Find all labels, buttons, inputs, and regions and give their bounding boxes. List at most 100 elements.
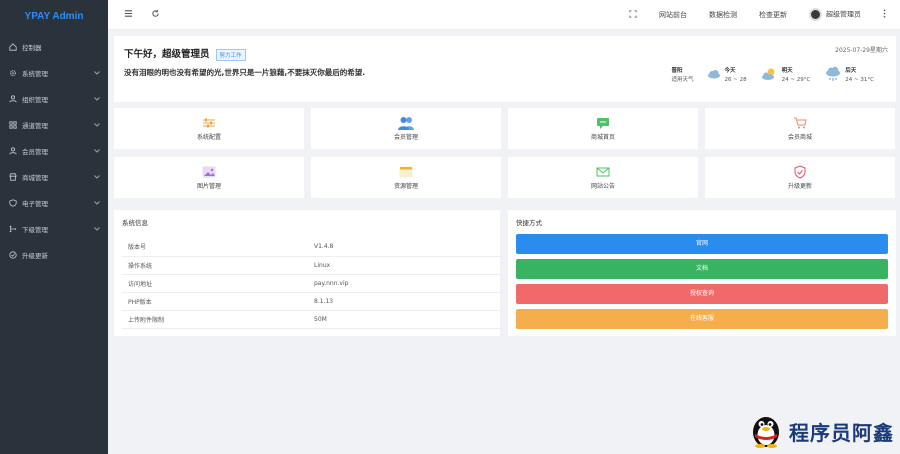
- cart-icon: [792, 116, 808, 130]
- sidebar-item-2[interactable]: 组织管理: [0, 86, 108, 112]
- weather-tomorrow: 明天 24 ~ 29°C: [761, 67, 810, 85]
- menu-toggle-icon[interactable]: [124, 9, 133, 20]
- cloud-icon: [707, 69, 721, 83]
- penguin-icon: [749, 412, 783, 450]
- store-icon: [8, 172, 18, 182]
- more-vertical-icon[interactable]: [883, 9, 886, 20]
- check-circle-icon: [8, 250, 18, 260]
- topbar-link-data[interactable]: 数据检测: [709, 10, 737, 20]
- status-badge: 努力工作: [215, 48, 246, 61]
- brand-text: 程序员阿鑫: [789, 420, 894, 445]
- sidebar-item-4[interactable]: 会员管理: [0, 138, 108, 164]
- tile-0[interactable]: 系统配置: [114, 108, 304, 149]
- topbar-link-update[interactable]: 检查更新: [759, 10, 787, 20]
- tile-3[interactable]: 会员商城: [705, 108, 895, 149]
- weather-widget: 晋阳适用天气 今天 26 ~ 28 明天 24 ~ 29°C 后天 24 ~ 31°C: [671, 66, 874, 86]
- welcome-card: 下午好，超级管理员 努力工作 没有泪眼的明也没有希望的光,世界只是一片狼藉,不要抹…: [114, 36, 896, 102]
- tile-5[interactable]: 资源管理: [311, 157, 501, 198]
- sidebar-item-7[interactable]: 下级管理: [0, 216, 108, 242]
- sidebar-item-label: 商城管理: [22, 174, 48, 182]
- weather-day-label: 明天: [781, 68, 793, 74]
- tile-2[interactable]: 商城首页: [508, 108, 698, 149]
- tile-label: 图片管理: [196, 183, 221, 190]
- table-row: 操作系统 Linux: [122, 256, 502, 275]
- sidebar-item-label: 控制器: [22, 44, 42, 52]
- refresh-icon[interactable]: [151, 9, 160, 20]
- chevron-down-icon: [94, 199, 100, 207]
- table-row: 访问地址 pay.nnn.vip: [122, 274, 502, 293]
- sliders-icon: [201, 116, 217, 130]
- branch-icon: [8, 224, 18, 234]
- panel-title: 快捷方式: [516, 219, 542, 227]
- shield-check-icon: [792, 165, 808, 179]
- grid-icon: [8, 120, 18, 130]
- brand-watermark: 程序员阿鑫: [749, 412, 894, 450]
- weather-city: 晋阳: [671, 68, 683, 74]
- sidebar-item-1[interactable]: 系统管理: [0, 60, 108, 86]
- motto-text: 没有泪眼的明也没有希望的光,世界只是一片狼藉,不要抹灭你最后的希望.: [124, 68, 366, 77]
- gear-icon: [8, 68, 18, 78]
- tile-label: 系统配置: [196, 134, 221, 141]
- row-value: 8.1.13: [308, 292, 502, 311]
- quick-links-card: 快捷方式 官网文档授权查询在线客服: [508, 210, 896, 336]
- row-value: V1.4.8: [308, 238, 502, 257]
- table-row: PHP版本 8.1.13: [122, 292, 502, 311]
- tile-label: 升级更新: [787, 183, 812, 190]
- weather-day-label: 今天: [724, 68, 736, 74]
- chevron-down-icon: [94, 225, 100, 233]
- row-value: 50M: [308, 310, 502, 329]
- sidebar-item-5[interactable]: 商城管理: [0, 164, 108, 190]
- weather-today: 今天 26 ~ 28: [707, 67, 747, 85]
- chevron-down-icon: [94, 173, 100, 181]
- tile-7[interactable]: 升级更新: [705, 157, 895, 198]
- sidebar-item-3[interactable]: 通道管理: [0, 112, 108, 138]
- table-row: 版本号 V1.4.8: [122, 238, 502, 257]
- topbar-link-site[interactable]: 网站前台: [659, 10, 687, 20]
- weather-day-label: 后天: [845, 68, 857, 74]
- chevron-down-icon: [94, 69, 100, 77]
- home-icon: [8, 42, 18, 52]
- greeting: 下午好，超级管理员 努力工作: [124, 46, 246, 61]
- sidebar-item-label: 会员管理: [22, 148, 48, 156]
- sidebar-item-label: 系统管理: [22, 70, 48, 78]
- app-logo[interactable]: YPAY Admin: [0, 0, 108, 34]
- avatar: [809, 8, 822, 21]
- tile-1[interactable]: 会员管理: [311, 108, 501, 149]
- weather-after: 后天 24 ~ 31°C: [824, 66, 874, 86]
- row-value: Linux: [308, 256, 502, 275]
- panel-title: 系统信息: [122, 219, 148, 227]
- quick-button-2[interactable]: 授权查询: [516, 284, 888, 304]
- user-menu[interactable]: 超级管理员: [809, 8, 861, 21]
- topbar: 网站前台 数据检测 检查更新 超级管理员: [108, 0, 900, 30]
- tile-label: 商城首页: [590, 134, 615, 141]
- quick-button-0[interactable]: 官网: [516, 234, 888, 254]
- row-key: 访问地址: [122, 274, 308, 293]
- weather-note: 适用天气: [671, 77, 694, 83]
- quick-button-1[interactable]: 文档: [516, 259, 888, 279]
- mail-icon: [595, 165, 611, 179]
- weather-temp: 26 ~ 28: [724, 77, 747, 83]
- sidebar: YPAY Admin 控制器 系统管理 组织管理 通道管理 会员管理 商城管理 …: [0, 0, 108, 454]
- quick-button-3[interactable]: 在线客服: [516, 309, 888, 329]
- chevron-down-icon: [94, 121, 100, 129]
- tile-label: 会员商城: [787, 134, 812, 141]
- shield-icon: [8, 198, 18, 208]
- sidebar-item-0[interactable]: 控制器: [0, 34, 108, 60]
- users-icon: [398, 116, 414, 130]
- sidebar-item-8[interactable]: 升级更新: [0, 242, 108, 268]
- fullscreen-icon[interactable]: [629, 9, 637, 20]
- weather-location: 晋阳 适用天气: [671, 67, 693, 85]
- sidebar-item-6[interactable]: 电子管理: [0, 190, 108, 216]
- sidebar-item-label: 电子管理: [22, 200, 48, 208]
- system-info-table: 版本号 V1.4.8 操作系统 Linux 访问地址 pay.nnn.vip PHP版…: [122, 238, 502, 329]
- row-value: pay.nnn.vip: [308, 274, 502, 293]
- chat-icon: [595, 116, 611, 130]
- system-info-card: 系统信息 版本号 V1.4.8 操作系统 Linux 访问地址 pay.nnn.vi…: [114, 210, 502, 336]
- table-row: 上传附件限制 50M: [122, 310, 502, 329]
- tile-6[interactable]: 网站公告: [508, 157, 698, 198]
- row-key: 操作系统: [122, 256, 308, 275]
- user-name: 超级管理员: [826, 10, 861, 19]
- image-icon: [201, 165, 217, 179]
- tile-4[interactable]: 图片管理: [114, 157, 304, 198]
- sidebar-item-label: 组织管理: [22, 96, 48, 104]
